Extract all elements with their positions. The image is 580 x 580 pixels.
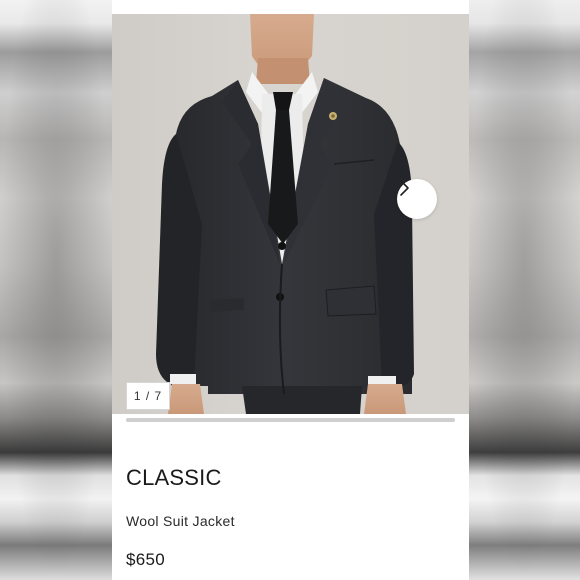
next-image-button[interactable] bbox=[397, 179, 437, 219]
product-brand: CLASSIC bbox=[126, 465, 222, 490]
product-image[interactable]: 1 / 7 bbox=[112, 14, 469, 414]
product-name: Wool Suit Jacket bbox=[126, 513, 235, 529]
gallery-progress-bar bbox=[126, 418, 455, 422]
image-counter: 1 / 7 bbox=[126, 382, 170, 410]
product-card: 1 / 7 CLASSIC Wool Suit Jacket $650 bbox=[112, 0, 469, 580]
background-right bbox=[468, 0, 580, 580]
background-left bbox=[0, 0, 112, 580]
gallery-progress-fill bbox=[126, 418, 455, 422]
chevron-right-icon bbox=[400, 180, 409, 196]
product-price: $650 bbox=[126, 550, 166, 569]
